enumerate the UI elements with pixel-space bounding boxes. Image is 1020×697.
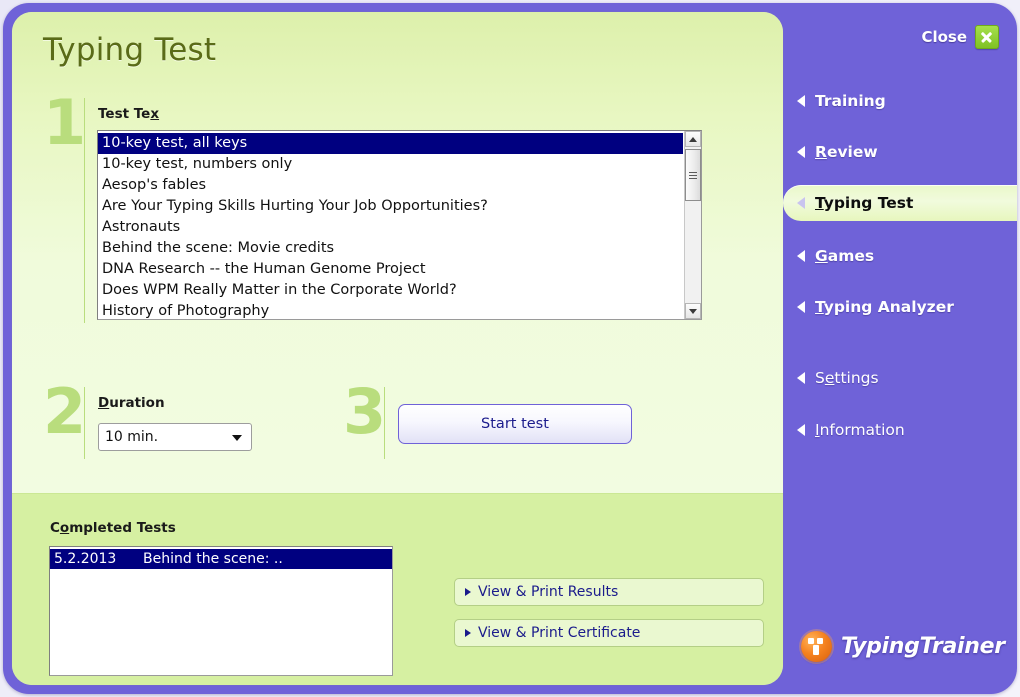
view-print-certificate-button[interactable]: View & Print Certificate xyxy=(454,619,764,647)
completed-test-row[interactable]: 5.2.2013 Behind the scene: .. xyxy=(50,549,392,569)
step-1-divider xyxy=(84,98,85,323)
caret-left-icon xyxy=(797,146,805,158)
view-print-results-button[interactable]: View & Print Results xyxy=(454,578,764,606)
completed-label-pre: C xyxy=(50,520,60,536)
close-x-icon[interactable] xyxy=(975,25,999,49)
sidebar-item-information[interactable]: Information xyxy=(783,412,1017,448)
start-test-button[interactable]: Start test xyxy=(398,404,632,444)
typing-trainer-window: Typing Test 1 Test Tex 10-key test, all … xyxy=(3,3,1017,694)
start-test-label: Start test xyxy=(481,416,549,432)
sidebar-item-label: Games xyxy=(815,247,874,265)
test-text-item[interactable]: Astronauts xyxy=(98,217,683,238)
close-label: Close xyxy=(921,28,967,46)
desktop-background: Typing Test 1 Test Tex 10-key test, all … xyxy=(0,0,1020,697)
sidebar-item-games[interactable]: Games xyxy=(783,238,1017,274)
typing-trainer-logo-icon xyxy=(801,631,832,662)
test-text-label-accel: x xyxy=(150,106,159,122)
completed-label-post: mpleted Tests xyxy=(69,520,176,536)
caret-left-icon xyxy=(797,250,805,262)
view-print-certificate-label: View & Print Certificate xyxy=(478,625,640,641)
duration-label: Duration xyxy=(98,395,165,411)
test-text-label-pre: Test Te xyxy=(98,106,150,122)
sidebar-item-settings[interactable]: Settings xyxy=(783,360,1017,396)
sidebar-item-label: Review xyxy=(815,143,878,161)
view-print-results-label: View & Print Results xyxy=(478,584,618,600)
test-text-listbox[interactable]: 10-key test, all keys10-key test, number… xyxy=(97,130,702,320)
step-3-divider xyxy=(384,387,385,459)
caret-left-icon xyxy=(797,424,805,436)
completed-tests-listbox[interactable]: 5.2.2013 Behind the scene: .. xyxy=(49,546,393,676)
test-text-item[interactable]: 10-key test, all keys xyxy=(98,133,683,154)
test-text-item[interactable]: Does WPM Really Matter in the Corporate … xyxy=(98,280,683,301)
test-text-item[interactable]: 10-key test, numbers only xyxy=(98,154,683,175)
scroll-up-arrow-icon xyxy=(689,137,697,142)
triangle-right-icon xyxy=(465,629,471,637)
completed-label-accel: o xyxy=(60,520,69,536)
sidebar-item-review[interactable]: Review xyxy=(783,134,1017,170)
step-2-number: 2 xyxy=(43,381,86,443)
duration-select[interactable]: 10 min. xyxy=(98,423,252,451)
sidebar-item-label: Settings xyxy=(815,369,879,387)
page-title: Typing Test xyxy=(43,32,216,68)
completed-tests-list[interactable]: 5.2.2013 Behind the scene: .. xyxy=(50,547,392,569)
close-button[interactable]: Close xyxy=(921,25,999,49)
test-text-item[interactable]: Are Your Typing Skills Hurting Your Job … xyxy=(98,196,683,217)
brand-logo: TypingTrainer xyxy=(801,631,1005,662)
scroll-up-button[interactable] xyxy=(685,131,701,147)
scrollbar-thumb-grip-icon xyxy=(689,170,697,181)
brand-name: TypingTrainer xyxy=(841,634,1005,659)
caret-left-icon xyxy=(797,95,805,107)
sidebar-item-typing-analyzer[interactable]: Typing Analyzer xyxy=(783,289,1017,325)
sidebar-item-training[interactable]: Training xyxy=(783,83,1017,119)
sidebar-item-label: Typing Test xyxy=(815,194,913,212)
sidebar-item-label: Training xyxy=(815,92,886,110)
test-text-scrollbar[interactable] xyxy=(684,131,701,319)
caret-left-icon xyxy=(797,301,805,313)
sidebar-item-label: Typing Analyzer xyxy=(815,298,954,316)
test-text-label: Test Tex xyxy=(98,106,159,122)
step-3-number: 3 xyxy=(343,381,386,443)
scroll-down-button[interactable] xyxy=(685,303,701,319)
caret-left-icon xyxy=(797,197,805,209)
scroll-down-arrow-icon xyxy=(689,309,697,314)
test-text-item[interactable]: Behind the scene: Movie credits xyxy=(98,238,683,259)
duration-label-accel: D xyxy=(98,395,109,411)
sidebar-item-typing-test[interactable]: Typing Test xyxy=(783,185,1017,221)
test-text-item[interactable]: Aesop's fables xyxy=(98,175,683,196)
test-text-item[interactable]: DNA Research -- the Human Genome Project xyxy=(98,259,683,280)
completed-tests-label: Completed Tests xyxy=(50,520,176,536)
content-card: Typing Test 1 Test Tex 10-key test, all … xyxy=(12,12,783,685)
duration-label-post: uration xyxy=(109,395,164,411)
step-2-divider xyxy=(84,387,85,459)
scrollbar-thumb[interactable] xyxy=(685,149,701,201)
test-text-list[interactable]: 10-key test, all keys10-key test, number… xyxy=(98,131,683,320)
chevron-down-icon xyxy=(232,435,242,441)
sidebar-item-label: Information xyxy=(815,421,905,439)
duration-value: 10 min. xyxy=(105,429,158,445)
test-text-item[interactable]: History of Photography xyxy=(98,301,683,320)
step-1-number: 1 xyxy=(43,92,86,154)
triangle-right-icon xyxy=(465,588,471,596)
caret-left-icon xyxy=(797,372,805,384)
